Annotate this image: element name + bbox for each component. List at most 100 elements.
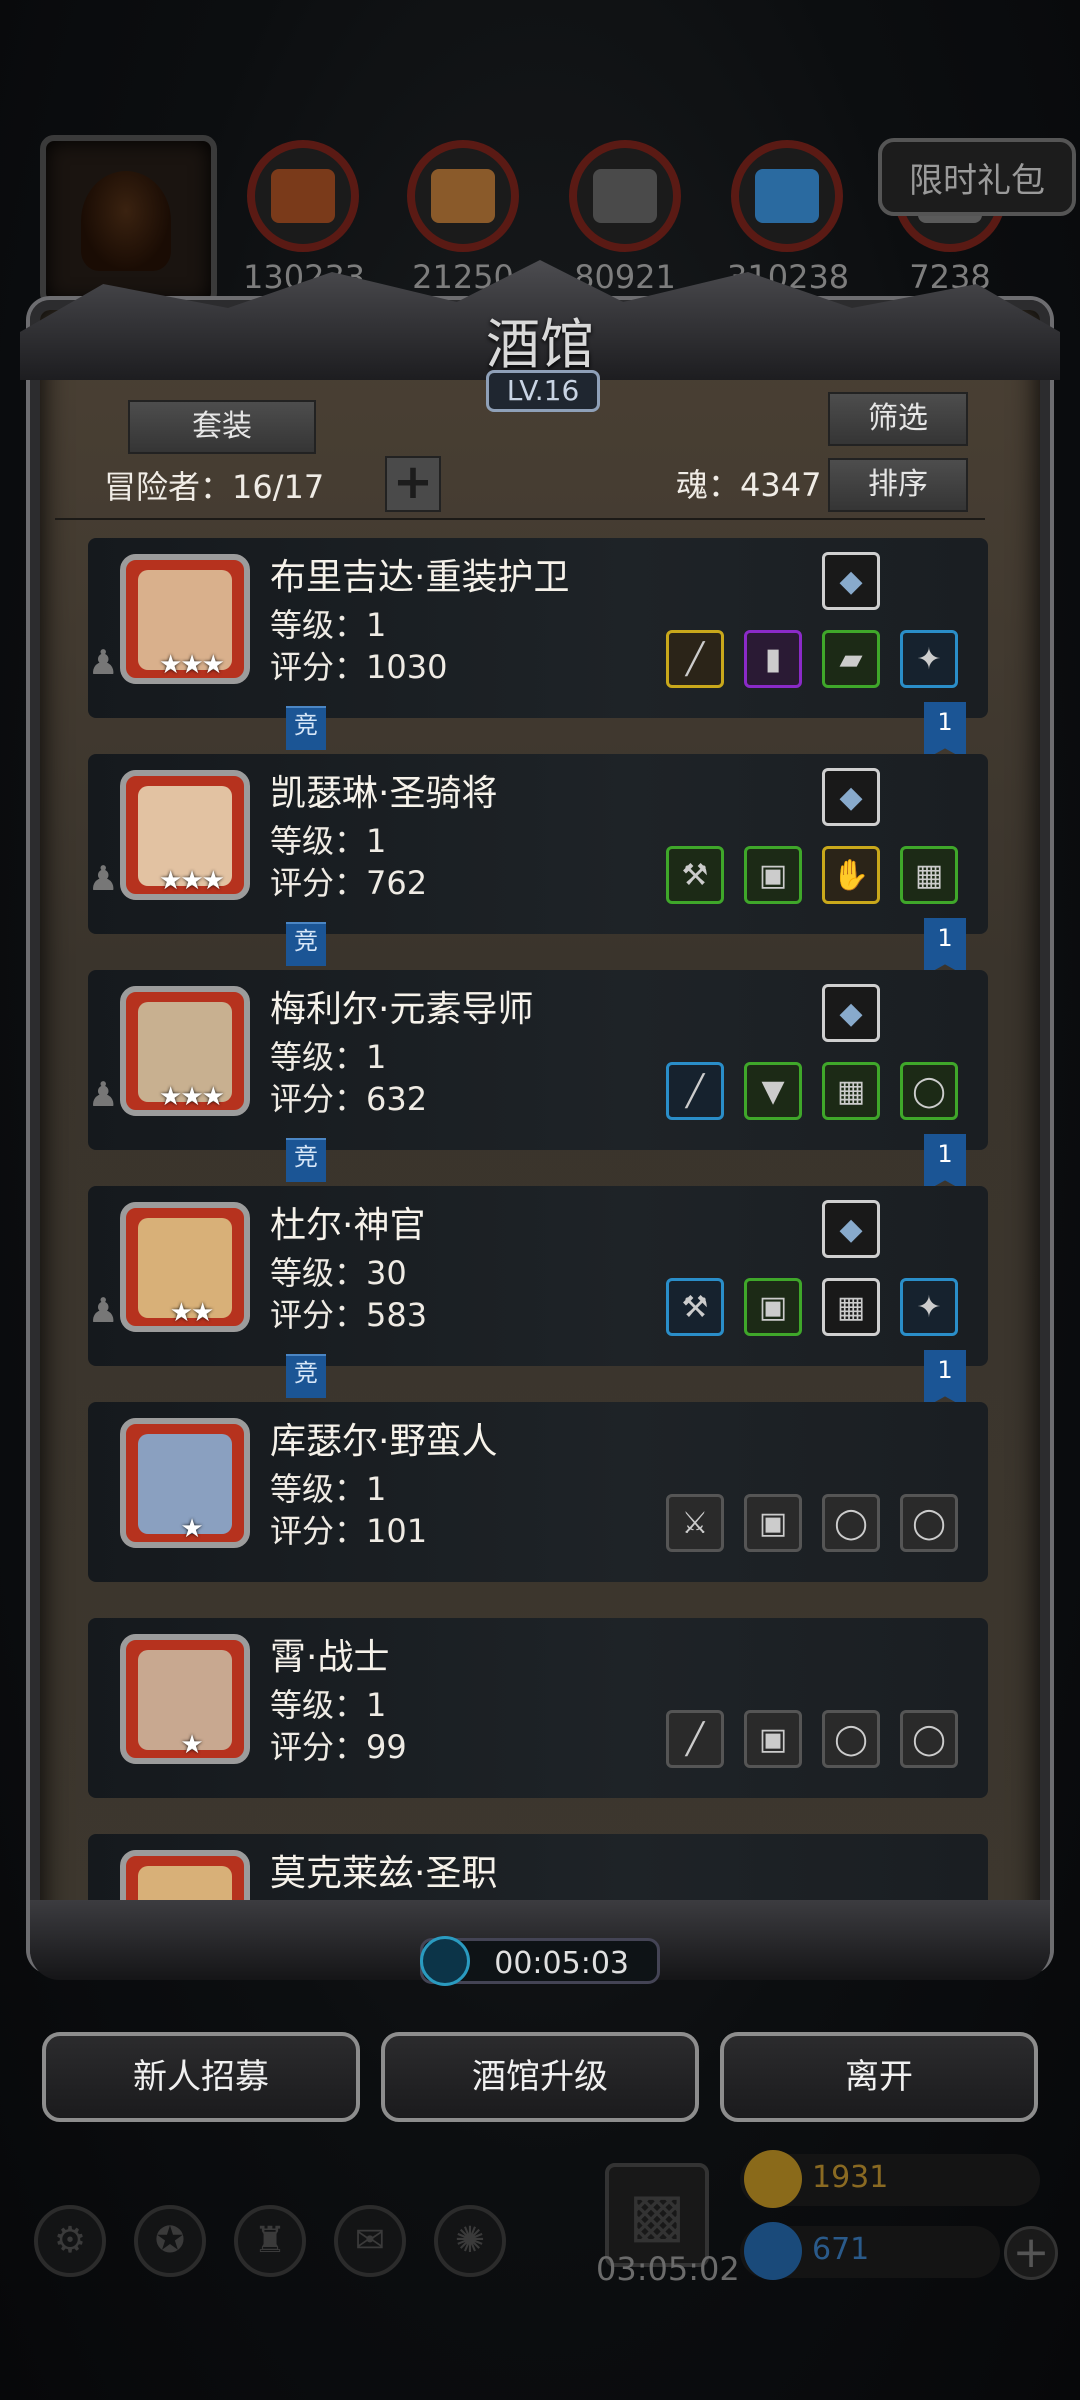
- castle-icon[interactable]: ♜: [234, 2205, 306, 2277]
- mail-icon[interactable]: ✉: [334, 2205, 406, 2277]
- star-badge-icon[interactable]: ✪: [134, 2205, 206, 2277]
- wooden-shield-icon[interactable]: ▰: [822, 630, 880, 688]
- hero-row[interactable]: 莫克莱兹·圣职: [88, 1834, 988, 1908]
- gold-coin-icon: [744, 2150, 802, 2208]
- gem-icon[interactable]: ◆: [822, 552, 880, 610]
- hero-row[interactable]: ★★★ ♟ 梅利尔·元素导师 等级：1 评分：632 ◆ ╱ ▼ ▦ ◯ 竞 1: [88, 970, 988, 1192]
- star-rating: ★: [180, 1514, 203, 1544]
- armor-icon[interactable]: ▣: [744, 846, 802, 904]
- upgrade-tavern-button[interactable]: 酒馆升级: [381, 2032, 699, 2122]
- chest-armor-icon[interactable]: ▦: [822, 1278, 880, 1336]
- ring-slot-icon[interactable]: ◯: [900, 1494, 958, 1552]
- armor-icon[interactable]: ▣: [744, 1278, 802, 1336]
- add-currency-button[interactable]: +: [1004, 2226, 1058, 2280]
- staff-icon[interactable]: ╱: [666, 1062, 724, 1120]
- necklace-icon[interactable]: ✦: [900, 1278, 958, 1336]
- chest-armor-icon[interactable]: ▦: [900, 846, 958, 904]
- tavern-level-badge: LV.16: [486, 370, 600, 412]
- ring-slot-icon[interactable]: ◯: [900, 1710, 958, 1768]
- meat-icon: [247, 140, 359, 252]
- gold-currency: 1931: [740, 2150, 1040, 2208]
- hero-level: 等级：1: [270, 1038, 387, 1076]
- necklace-icon[interactable]: ✦: [900, 630, 958, 688]
- rank-ribbon: 1: [924, 1134, 966, 1192]
- star-rating: ★★: [169, 1298, 215, 1328]
- hero-name: 霄·战士: [270, 1637, 390, 1678]
- armor-slot-icon[interactable]: ▣: [744, 1494, 802, 1552]
- hero-avatar[interactable]: ★★★: [120, 554, 250, 684]
- ring-icon[interactable]: ◯: [900, 1062, 958, 1120]
- hero-avatar[interactable]: ★★★: [120, 986, 250, 1116]
- gem-currency: 671: [740, 2222, 1000, 2280]
- filter-button[interactable]: 筛选: [828, 392, 968, 446]
- set-button[interactable]: 套装: [128, 400, 316, 454]
- hero-level: 等级：1: [270, 1470, 387, 1508]
- leave-button[interactable]: 离开: [720, 2032, 1038, 2122]
- resource-stone[interactable]: 80921: [565, 140, 685, 296]
- divider: [55, 518, 985, 520]
- soul-count: 魂：4347: [676, 466, 822, 504]
- hero-score: 评分：762: [270, 864, 428, 902]
- hero-list[interactable]: ★★★ ♟ 布里吉达·重装护卫 等级：1 评分：1030 ◆ ╱ ▮ ▰ ✦ 竞 1 ★★★ ♟ 凯瑟…: [88, 538, 988, 1908]
- compass-icon[interactable]: ✺: [434, 2205, 506, 2277]
- hero-score: 评分：1030: [270, 648, 448, 686]
- adventurer-figure-icon: ♟: [88, 859, 119, 899]
- hero-row[interactable]: ★★★ ♟ 布里吉达·重装护卫 等级：1 评分：1030 ◆ ╱ ▮ ▰ ✦ 竞 1: [88, 538, 988, 760]
- player-portrait[interactable]: [40, 135, 217, 307]
- spear-icon[interactable]: ╱: [666, 630, 724, 688]
- gauntlet-icon[interactable]: ✋: [822, 846, 880, 904]
- star-rating: ★★★: [159, 650, 225, 680]
- gem-value: 671: [812, 2232, 870, 2267]
- recruit-button[interactable]: 新人招募: [42, 2032, 360, 2122]
- sort-button[interactable]: 排序: [828, 458, 968, 512]
- hero-name: 莫克莱兹·圣职: [270, 1853, 498, 1894]
- hammer-icon[interactable]: ⚒: [666, 1278, 724, 1336]
- hero-avatar[interactable]: ★: [120, 1634, 250, 1764]
- rank-ribbon: 1: [924, 1350, 966, 1408]
- hero-avatar[interactable]: ★★: [120, 1202, 250, 1332]
- crystal-shard-icon[interactable]: ◆: [822, 984, 880, 1042]
- resource-crystal[interactable]: 310238: [727, 140, 849, 296]
- settings-icon[interactable]: ⚙: [34, 2205, 106, 2277]
- bow-icon[interactable]: ◆: [822, 1200, 880, 1258]
- axe-slot-icon[interactable]: ⚔: [666, 1494, 724, 1552]
- armor-slot-icon[interactable]: ▣: [744, 1710, 802, 1768]
- hero-score: 评分：632: [270, 1080, 428, 1118]
- gold-value: 1931: [812, 2160, 889, 2195]
- hero-level: 等级：1: [270, 1686, 387, 1724]
- adventurer-figure-icon: ♟: [88, 1291, 119, 1331]
- hero-level: 等级：1: [270, 606, 387, 644]
- wood-plank-icon: [407, 140, 519, 252]
- clock-icon: [420, 1936, 470, 1986]
- axe-icon[interactable]: ⚒: [666, 846, 724, 904]
- hero-avatar[interactable]: ★★★: [120, 770, 250, 900]
- hero-level: 等级：30: [270, 1254, 407, 1292]
- sword-slot-icon[interactable]: ╱: [666, 1710, 724, 1768]
- bucket-icon[interactable]: ▮: [744, 630, 802, 688]
- rank-ribbon: 1: [924, 918, 966, 976]
- limited-gift-button[interactable]: 限时礼包: [878, 138, 1076, 216]
- hero-row[interactable]: ★★ ♟ 杜尔·神官 等级：30 评分：583 ◆ ⚒ ▣ ▦ ✦ 竞 1: [88, 1186, 988, 1408]
- hero-name: 杜尔·神官: [270, 1205, 426, 1246]
- ring-slot-icon[interactable]: ◯: [822, 1710, 880, 1768]
- hero-name: 库瑟尔·野蛮人: [270, 1421, 498, 1462]
- hero-row[interactable]: ★ 霄·战士 等级：1 评分：99 ╱ ▣ ◯ ◯: [88, 1618, 988, 1798]
- star-rating: ★: [180, 1730, 203, 1760]
- hero-row[interactable]: ★★★ ♟ 凯瑟琳·圣骑将 等级：1 评分：762 ◆ ⚒ ▣ ✋ ▦ 竞 1: [88, 754, 988, 976]
- stone-block-icon: [569, 140, 681, 252]
- arena-badge: 竞: [286, 922, 326, 966]
- hero-row[interactable]: ★ 库瑟尔·野蛮人 等级：1 评分：101 ⚔ ▣ ◯ ◯: [88, 1402, 988, 1582]
- resource-food[interactable]: 130233: [243, 140, 365, 296]
- hero-avatar[interactable]: ★: [120, 1418, 250, 1548]
- adventurer-figure-icon: ♟: [88, 643, 119, 683]
- hero-name: 布里吉达·重装护卫: [270, 557, 570, 598]
- hero-name: 梅利尔·元素导师: [270, 989, 534, 1030]
- robe-icon[interactable]: ▼: [744, 1062, 802, 1120]
- chest-armor-icon[interactable]: ▦: [822, 1062, 880, 1120]
- add-capacity-button[interactable]: +: [385, 456, 441, 512]
- gift-timer: 03:05:02: [596, 2250, 740, 2288]
- resource-wood[interactable]: 21250: [403, 140, 523, 296]
- claw-icon[interactable]: ◆: [822, 768, 880, 826]
- hero-score: 评分：101: [270, 1512, 428, 1550]
- ring-slot-icon[interactable]: ◯: [822, 1494, 880, 1552]
